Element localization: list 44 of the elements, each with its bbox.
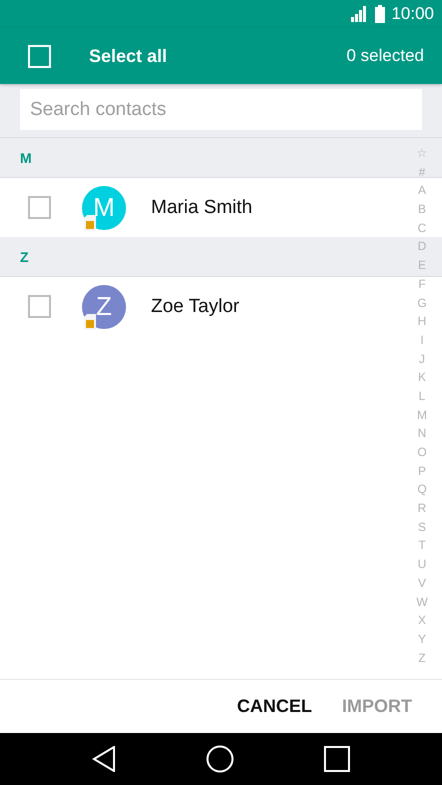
index-letter[interactable]: K [418, 368, 426, 387]
contact-name[interactable]: Zoe Taylor [151, 296, 240, 318]
index-letter[interactable]: E [418, 256, 426, 275]
contact-checkbox[interactable] [28, 196, 51, 219]
index-letter[interactable]: N [418, 424, 426, 443]
back-icon[interactable] [92, 746, 116, 772]
selected-count: 0 selected [346, 46, 424, 66]
select-all-checkbox[interactable] [28, 44, 51, 68]
index-letter[interactable]: Z [418, 648, 426, 668]
contact-avatar: Z [82, 284, 126, 328]
contact-name[interactable]: Maria Smith [151, 196, 252, 218]
index-letter[interactable]: Q [417, 480, 427, 500]
index-letter[interactable]: T [418, 536, 426, 556]
recent-apps-icon[interactable] [324, 746, 350, 772]
index-letter[interactable]: R [418, 499, 426, 518]
index-letter[interactable]: A [418, 181, 426, 200]
index-letter[interactable]: ☆ [416, 144, 428, 163]
index-letter[interactable]: B [418, 200, 426, 219]
index-letter[interactable]: F [418, 274, 426, 294]
index-letter[interactable]: H [418, 312, 426, 331]
index-letter[interactable]: # [418, 162, 426, 182]
select-all-label: Select all [89, 46, 168, 66]
contact-checkbox[interactable] [28, 295, 51, 318]
index-letter[interactable]: W [416, 592, 428, 612]
contact-avatar: M [82, 186, 126, 230]
battery-icon [375, 5, 386, 23]
index-letter[interactable]: M [417, 406, 427, 424]
index-letter[interactable]: I [420, 330, 424, 350]
index-letter[interactable]: C [418, 218, 426, 238]
dialog-button[interactable]: CANCEL [237, 696, 312, 717]
search-field[interactable]: Search contacts [20, 89, 422, 130]
index-letter[interactable]: V [418, 574, 426, 592]
index-letter[interactable]: L [418, 386, 426, 406]
index-letter[interactable]: Y [418, 630, 426, 649]
index-letter[interactable]: D [418, 237, 426, 256]
index-letter[interactable]: X [418, 611, 426, 630]
index-letter[interactable]: J [419, 350, 425, 368]
index-letter[interactable]: O [417, 443, 427, 462]
home-icon[interactable] [206, 745, 234, 773]
status-time: 10:00 [391, 4, 434, 24]
index-letter[interactable]: P [418, 462, 426, 480]
index-letter[interactable]: G [417, 294, 427, 312]
index-letter[interactable]: U [418, 555, 426, 574]
index-letter[interactable]: S [418, 518, 426, 536]
